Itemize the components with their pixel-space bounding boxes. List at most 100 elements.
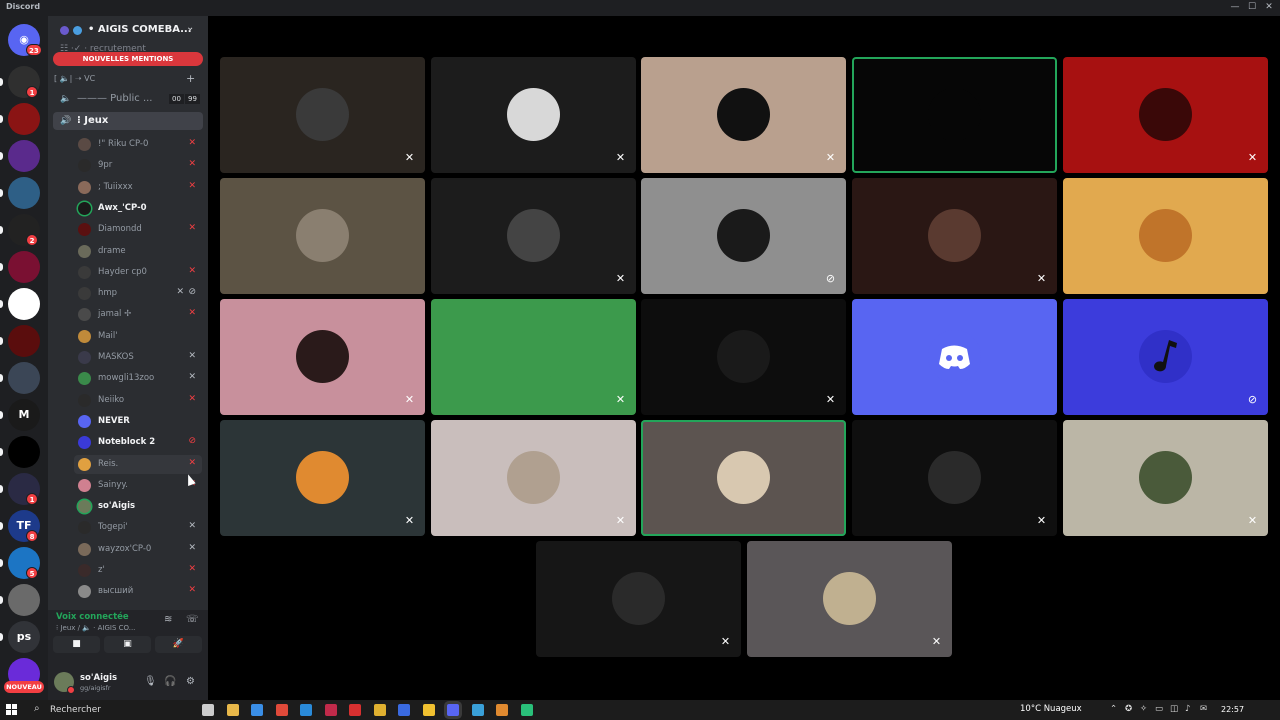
voice-member[interactable]: 9pr ✕ bbox=[74, 156, 202, 175]
voice-member[interactable]: Neiiko ✕ bbox=[74, 391, 202, 410]
participant-tile[interactable] bbox=[852, 57, 1057, 173]
voice-member[interactable]: Togepi' ✕ bbox=[74, 518, 202, 537]
disconnect-icon[interactable]: ☏ bbox=[186, 614, 199, 625]
voice-member[interactable]: mowgli13zoo ✕ bbox=[74, 369, 202, 388]
server-8-icon[interactable] bbox=[8, 325, 40, 357]
windows-start-icon[interactable] bbox=[6, 704, 17, 715]
noise-suppression-icon[interactable]: ≋ bbox=[164, 614, 172, 625]
server-3-icon[interactable] bbox=[8, 140, 40, 172]
server-15-icon[interactable] bbox=[8, 584, 40, 616]
taskbar-search[interactable]: ⌕ Rechercher bbox=[26, 702, 196, 718]
app-icon-5[interactable] bbox=[422, 704, 435, 716]
gear-icon[interactable]: ⚙ bbox=[186, 676, 195, 687]
close-icon[interactable]: ✕ bbox=[1260, 0, 1278, 16]
tray-icon[interactable]: ♪ bbox=[1185, 704, 1190, 714]
server-ps-icon[interactable]: ps bbox=[8, 621, 40, 653]
voice-member[interactable]: !" Riku CP-0 ✕ bbox=[74, 135, 202, 154]
weather-widget[interactable]: 10°C Nuageux bbox=[1020, 704, 1082, 714]
server-7-icon[interactable] bbox=[8, 288, 40, 320]
voice-member[interactable]: NEVER bbox=[74, 412, 202, 431]
participant-tile[interactable]: ⊘ bbox=[641, 178, 846, 294]
tray-icon[interactable]: ⌃ bbox=[1110, 704, 1117, 714]
voice-member[interactable]: z' ✕ bbox=[74, 561, 202, 580]
voice-member[interactable]: Noteblock 2 ⊘ bbox=[74, 433, 202, 452]
participant-tile[interactable]: ✕ bbox=[747, 541, 952, 657]
server-6-icon[interactable] bbox=[8, 251, 40, 283]
camera-button[interactable]: ■ bbox=[53, 636, 100, 653]
tray-icon[interactable]: ✧ bbox=[1140, 704, 1147, 714]
app-icon-6[interactable] bbox=[471, 704, 484, 716]
chevron-down-icon[interactable]: ⌄ bbox=[186, 22, 194, 33]
server-4-icon[interactable] bbox=[8, 177, 40, 209]
app-icon-3[interactable] bbox=[373, 704, 386, 716]
server-11-icon[interactable] bbox=[8, 436, 40, 468]
participant-tile[interactable] bbox=[1063, 178, 1268, 294]
task-view-icon[interactable] bbox=[202, 704, 214, 716]
category-vc[interactable]: [ 🔈| ➝ VC bbox=[54, 74, 95, 83]
participant-tile[interactable]: ✕ bbox=[852, 178, 1057, 294]
participant-tile[interactable]: ✕ bbox=[431, 178, 636, 294]
new-badge[interactable]: NOUVEAU bbox=[4, 681, 44, 693]
participant-tile[interactable] bbox=[220, 178, 425, 294]
file-explorer-icon[interactable] bbox=[226, 704, 239, 716]
voice-member[interactable]: Diamondd ✕ bbox=[74, 220, 202, 239]
discord-taskbar-icon[interactable] bbox=[447, 704, 459, 716]
voice-member[interactable]: ; Tuiixxx ✕ bbox=[74, 178, 202, 197]
mic-icon[interactable]: 🎙 bbox=[144, 676, 157, 687]
participant-tile[interactable]: ✕ bbox=[431, 420, 636, 536]
server-2-icon[interactable] bbox=[8, 103, 40, 135]
app-icon-4[interactable] bbox=[398, 704, 410, 716]
participant-tile[interactable]: ✕ bbox=[852, 420, 1057, 536]
participant-tile[interactable] bbox=[852, 299, 1057, 415]
voice-member[interactable]: drame bbox=[74, 242, 202, 261]
mail-app-icon[interactable] bbox=[251, 704, 263, 716]
server-9-icon[interactable] bbox=[8, 362, 40, 394]
tray-icon[interactable]: ◫ bbox=[1170, 704, 1178, 714]
screen-share-button[interactable]: ▣ bbox=[104, 636, 151, 653]
user-name[interactable]: so'Aigis bbox=[80, 673, 117, 683]
participant-tile[interactable]: ✕ bbox=[1063, 57, 1268, 173]
app-icon-2[interactable] bbox=[349, 704, 361, 716]
voice-member[interactable]: Hayder cp0 ✕ bbox=[74, 263, 202, 282]
app-icon-7[interactable] bbox=[496, 704, 508, 716]
headset-icon[interactable]: 🎧 bbox=[164, 676, 176, 687]
tray-icon[interactable]: ▭ bbox=[1155, 704, 1163, 714]
maximize-icon[interactable]: ☐ bbox=[1243, 0, 1261, 16]
participant-tile[interactable]: ✕ bbox=[220, 420, 425, 536]
voice-member[interactable]: hmp ⊘ ✕ bbox=[74, 284, 202, 303]
app-icon-1[interactable] bbox=[324, 704, 337, 716]
voice-member[interactable]: Reis. ✕ bbox=[74, 454, 202, 474]
chrome-icon[interactable] bbox=[275, 704, 288, 716]
tray-icon[interactable]: ✪ bbox=[1125, 704, 1132, 714]
guild-header[interactable]: • AIGIS COMEBA... ⌄ bbox=[48, 16, 208, 44]
voice-member[interactable]: so'Aigis bbox=[74, 497, 202, 516]
app-icon-8[interactable] bbox=[520, 704, 533, 716]
new-mentions-banner[interactable]: NOUVELLES MENTIONS bbox=[53, 52, 203, 66]
participant-tile[interactable]: ✕ bbox=[431, 299, 636, 415]
voice-member[interactable]: wayzox'CP-0 ✕ bbox=[74, 540, 202, 559]
activity-button[interactable]: 🚀 bbox=[155, 636, 202, 653]
voice-member[interactable]: jamal ✢ ✕ bbox=[74, 305, 202, 324]
voice-channel-jeux[interactable]: 🔊 ⁝ Jeux bbox=[53, 112, 203, 130]
voice-member[interactable]: Awx_'CP-0 bbox=[74, 199, 202, 218]
voice-member[interactable]: Mail' bbox=[74, 327, 202, 346]
participant-tile[interactable]: ✕ bbox=[641, 299, 846, 415]
edge-icon[interactable] bbox=[300, 704, 312, 716]
minimize-icon[interactable]: — bbox=[1226, 0, 1244, 16]
participant-tile[interactable]: ⊘ bbox=[1063, 299, 1268, 415]
voice-channel-public[interactable]: 🔈 ——— Public ... 00 99 bbox=[53, 90, 203, 108]
tray-icon[interactable]: ✉ bbox=[1200, 704, 1207, 714]
participant-tile[interactable]: ✕ bbox=[641, 57, 846, 173]
voice-member[interactable]: высший ✕ bbox=[74, 582, 202, 601]
participant-tile[interactable] bbox=[641, 420, 846, 536]
participant-tile[interactable]: ✕ bbox=[1063, 420, 1268, 536]
participant-tile[interactable]: ✕ bbox=[220, 57, 425, 173]
voice-member[interactable]: MASKOS ✕ bbox=[74, 348, 202, 367]
voice-member[interactable]: Sainyy. ✕ bbox=[74, 476, 202, 495]
participant-tile[interactable]: ✕ bbox=[536, 541, 741, 657]
participant-tile[interactable]: ✕ bbox=[220, 299, 425, 415]
participant-tile[interactable]: ✕ bbox=[431, 57, 636, 173]
voice-location[interactable]: ⁝ Jeux / 🔈 · AIGIS CO... bbox=[56, 624, 135, 632]
clock[interactable]: 22:57 bbox=[1221, 705, 1244, 714]
server-10-icon[interactable]: M bbox=[8, 399, 40, 431]
